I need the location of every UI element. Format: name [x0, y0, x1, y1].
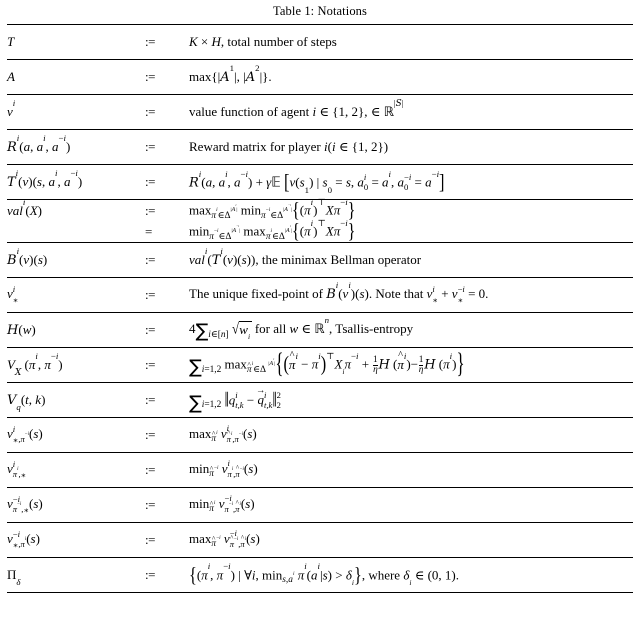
row-symbol: vi [7, 98, 16, 119]
row-description: max{|A1|, |A2|}. [189, 63, 272, 85]
table-page: Table 1: Notations T := K × H, total num… [0, 0, 640, 636]
row-operator: := [145, 567, 155, 582]
row-description: min ^ πi v −i π−i, ^ πi (s) [189, 493, 255, 515]
row-symbol: Ri(a, ai, a−i) [7, 133, 71, 155]
table-row: Ri(a, ai, a−i) := Reward matrix for play… [7, 129, 633, 165]
row-operator: := [145, 322, 155, 337]
row-description: max ^ πi v i ^ πi,π−i (s) [189, 423, 257, 445]
row-description: ∑i=1,2 ‖q i t,k − → q i t,k ‖ 2 2 [189, 386, 281, 414]
row-symbol: Bi(v)(s) [7, 246, 48, 268]
table-row: v −i ∗,πi (s) := max ^ π−i v −i ^ π−i, ^ πi (s) [7, 522, 633, 558]
table-row: vi := value function of agent i ∈ {1, 2}… [7, 94, 633, 130]
table-row: v i ∗,π−i (s) := max ^ πi v i ^ πi,π−i (s) [7, 417, 633, 453]
row-symbol: v i ∗,π−i (s) [7, 423, 43, 445]
row-description: {(πi, π−i) | ∀i, mins,ai πi(ai|s) > δi},… [189, 561, 459, 588]
row-symbol: VX (πi, π−i) [7, 351, 63, 379]
row-symbol: Vq(t, k) [7, 392, 46, 413]
table-row: v i ∗ := The unique fixed-point of Bi(vi)(… [7, 277, 633, 313]
table-row: T := K × H, total number of steps [7, 24, 633, 60]
row-description: min ^ π−i v i πi, ^ π−i (s) [189, 458, 258, 480]
row-symbol: v −i π−i,∗ (s) [7, 493, 43, 515]
row-description: Reward matrix for player i(i ∈ {1, 2}) [189, 139, 389, 154]
table-row: = minπ−i∈Δ|A−i| maxπi∈Δ|Ai|{(πi)⊤Xπ−i} [7, 217, 633, 243]
row-symbol: Πδ [7, 567, 21, 588]
row-operator: := [145, 69, 155, 84]
notations-table: T := K × H, total number of steps A := m… [7, 24, 633, 593]
row-operator: := [145, 202, 155, 218]
row-symbol: v −i ∗,πi (s) [7, 528, 40, 550]
row-operator: := [145, 497, 155, 512]
row-symbol: v i ∗ [7, 283, 19, 305]
row-operator: := [145, 139, 155, 154]
row-description: value function of agent i ∈ {1, 2}, ∈ ℝ|… [189, 98, 404, 120]
row-description: K × H, total number of steps [189, 34, 337, 49]
row-description: Ri(a, ai, a−i) + γ𝔼 [v(s1) | s0 = s, ai0… [189, 168, 445, 195]
row-operator: := [145, 287, 155, 302]
row-operator: = [145, 223, 152, 239]
table-row: H(w) := 4∑i∈[n] √wi for all w ∈ ℝn, Tsal… [7, 312, 633, 348]
table-row: Bi(v)(s) := vali(Ti(v)(s)), the minimax … [7, 242, 633, 278]
row-symbol: H(w) [7, 322, 36, 338]
table-row: A := max{|A1|, |A2|}. [7, 59, 633, 95]
row-symbol: T [7, 34, 15, 49]
table-row: v −i π−i,∗ (s) := min ^ πi v −i π−i, ^ πi (s) [7, 487, 633, 523]
table-row: v i πi,∗ := min ^ π−i v i πi, ^ π−i (s) [7, 452, 633, 488]
table-row: Ti(v)(s, ai, a−i) := Ri(a, ai, a−i) + γ𝔼… [7, 164, 633, 200]
row-operator: := [145, 532, 155, 547]
table-row: VX (πi, π−i) := ∑i=1,2 max ^ πi∈Δ |Ai|{(^ π… [7, 346, 633, 383]
row-symbol [7, 221, 145, 243]
row-operator: := [145, 174, 155, 189]
row-operator: := [145, 392, 155, 407]
row-description: minπ−i∈Δ|A−i| maxπi∈Δ|Ai|{(πi)⊤Xπ−i} [189, 217, 356, 243]
row-operator: := [145, 357, 155, 372]
row-description: maxπi∈Δ|Ai| minπ−i∈Δ|A−i|{(πi)⊤Xπ−i} [189, 196, 356, 222]
row-symbol: vali(X) [7, 196, 42, 218]
row-description: The unique fixed-point of Bi(vi)(s). Not… [189, 279, 489, 305]
row-symbol: Ti(v)(s, ai, a−i) [7, 168, 83, 190]
table-caption: Table 1: Notations [273, 4, 367, 18]
table-row: Vq(t, k) := ∑i=1,2 ‖q i t,k − → q i t,k ‖ 2 2 [7, 382, 633, 418]
row-operator: := [145, 462, 155, 477]
row-operator: := [145, 104, 155, 119]
row-description: max ^ π−i v −i ^ π−i, ^ πi (s) [189, 528, 260, 550]
table-row: Πδ := {(πi, π−i) | ∀i, mins,ai πi(ai|s) … [7, 557, 633, 593]
row-description: ∑i=1,2 max ^ πi∈Δ |Ai|{(^ πi − πi)⊤Xiπ−i + … [189, 346, 465, 380]
row-symbol: v i πi,∗ [7, 458, 27, 480]
row-description: 4∑i∈[n] √wi for all w ∈ ℝn, Tsallis-entr… [189, 315, 414, 343]
row-description: vali(Ti(v)(s)), the minimax Bellman oper… [189, 246, 422, 268]
row-operator: := [145, 427, 155, 442]
row-symbol: A [7, 69, 15, 84]
row-operator: := [145, 34, 155, 49]
row-operator: := [145, 252, 155, 267]
